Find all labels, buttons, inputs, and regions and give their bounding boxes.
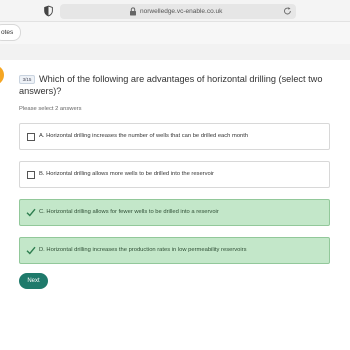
question-instruction: Please select 2 answers — [19, 106, 82, 112]
answer-label: D. Horizontal drilling increases the pro… — [39, 247, 247, 253]
question-text: Which of the following are advantages of… — [19, 74, 323, 96]
answer-option-a[interactable]: A. Horizontal drilling increases the num… — [19, 123, 330, 150]
toolbar-row — [0, 22, 350, 44]
answer-label: A. Horizontal drilling increases the num… — [39, 133, 249, 139]
checkbox-empty-icon[interactable] — [27, 133, 35, 141]
notes-button[interactable]: otes — [0, 24, 21, 41]
question-counter: 3/15 — [19, 75, 35, 84]
url-text: norwelledge.vc-enable.co.uk — [140, 8, 223, 15]
checkmark-icon[interactable] — [26, 246, 36, 255]
answer-option-c[interactable]: C. Horizontal drilling allows for fewer … — [19, 199, 330, 226]
checkbox-empty-icon[interactable] — [27, 171, 35, 179]
answer-label: B. Horizontal drilling allows more wells… — [39, 171, 214, 177]
answer-option-d[interactable]: D. Horizontal drilling increases the pro… — [19, 237, 330, 264]
shield-icon[interactable] — [44, 5, 53, 17]
next-button[interactable]: Next — [19, 273, 48, 289]
browser-toolbar: norwelledge.vc-enable.co.uk — [0, 0, 350, 22]
lock-icon — [130, 7, 136, 16]
reload-icon[interactable] — [283, 6, 292, 16]
checkmark-icon[interactable] — [26, 208, 36, 217]
answer-option-b[interactable]: B. Horizontal drilling allows more wells… — [19, 161, 330, 188]
answer-label: C. Horizontal drilling allows for fewer … — [39, 209, 219, 215]
